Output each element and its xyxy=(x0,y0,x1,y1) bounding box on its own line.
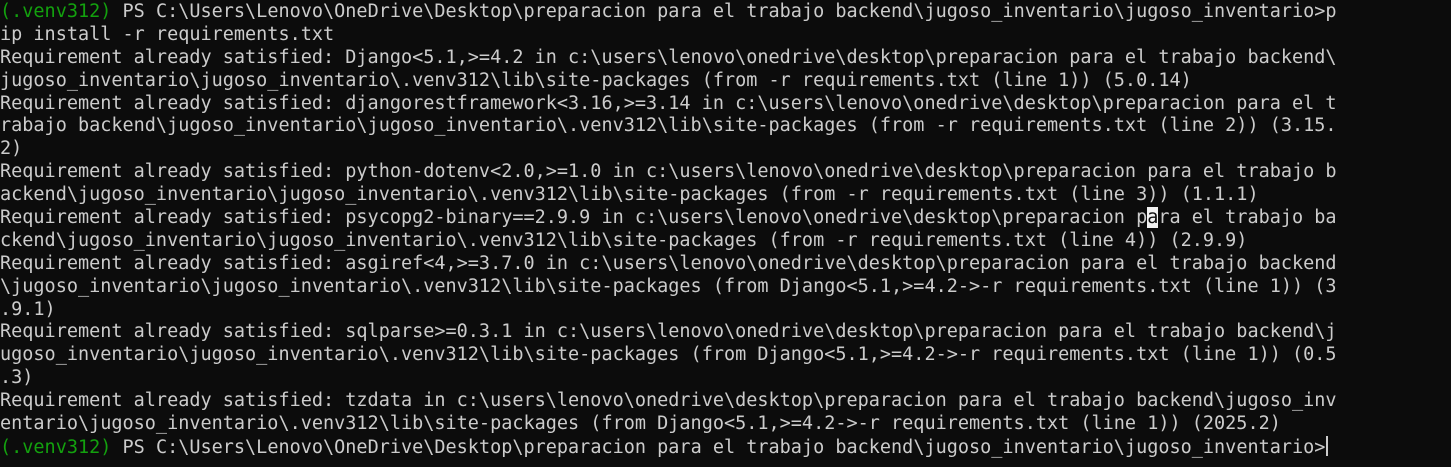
output-line: Requirement already satisfied: tzdata in… xyxy=(0,390,1337,412)
venv-indicator: (.venv312) xyxy=(0,1,112,22)
output-line: ckend\jugoso_inventario\jugoso_inventari… xyxy=(0,229,1248,251)
output-line: Requirement already satisfied: psycopg2-… xyxy=(0,207,1451,230)
text-caret xyxy=(1326,435,1329,456)
output-line: Requirement already satisfied: asgiref<4… xyxy=(0,252,1337,274)
selection-cursor: a xyxy=(1147,207,1159,229)
output-line: Requirement already satisfied: sqlparse>… xyxy=(0,321,1337,343)
output-line: \jugoso_inventario\jugoso_inventario\.ve… xyxy=(0,275,1337,297)
output-line: Requirement already satisfied: python-do… xyxy=(0,161,1337,183)
prompt-line[interactable]: (.venv312) PS C:\Users\Lenovo\OneDrive\D… xyxy=(0,435,1451,459)
output-text: Requirement already satisfied: psycopg2-… xyxy=(0,207,1148,229)
output-line: Requirement already satisfied: Django<5.… xyxy=(0,46,1337,68)
prompt-path: PS C:\Users\Lenovo\OneDrive\Desktop\prep… xyxy=(111,436,1326,458)
output-text: ra el trabajo ba xyxy=(1158,207,1337,229)
prompt-line: (.venv312) PS C:\Users\Lenovo\OneDrive\D… xyxy=(0,1,1451,24)
prompt-path: PS C:\Users\Lenovo\OneDrive\Desktop\prep… xyxy=(111,1,1337,22)
output-line: Requirement already satisfied: djangores… xyxy=(0,92,1337,114)
output-line: ugoso_inventario\jugoso_inventario\.venv… xyxy=(0,344,1337,366)
terminal-window[interactable]: (.venv312) PS C:\Users\Lenovo\OneDrive\D… xyxy=(0,0,1451,467)
output-line: rabajo backend\jugoso_inventario\jugoso_… xyxy=(0,115,1337,137)
output-line: ackend\jugoso_inventario\jugoso_inventar… xyxy=(0,184,1259,206)
output-line: jugoso_inventario\jugoso_inventario\.ven… xyxy=(0,69,1192,91)
output-line: entario\jugoso_inventario\.venv312\lib\s… xyxy=(0,413,1281,435)
output-line: .3) xyxy=(0,367,34,389)
command-text: ip install -r requirements.txt xyxy=(0,23,335,45)
output-line: .9.1) xyxy=(0,298,56,320)
output-line: 2) xyxy=(0,138,23,160)
venv-indicator: (.venv312) xyxy=(0,436,112,458)
